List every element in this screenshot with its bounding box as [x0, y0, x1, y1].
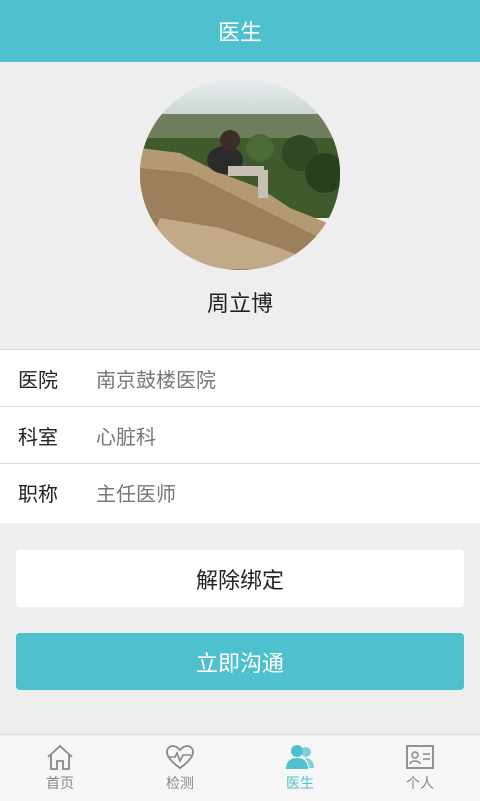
info-row-hospital: 医院 南京鼓楼医院 — [0, 350, 480, 407]
info-value: 心脏科 — [96, 424, 156, 449]
heart-pulse-icon — [166, 745, 194, 770]
doctor-avatar — [140, 78, 340, 270]
tab-label: 首页 — [46, 776, 74, 792]
app-header: 医生 — [0, 0, 480, 62]
tab-detect[interactable]: 检测 — [120, 735, 240, 801]
tab-profile[interactable]: 个人 — [360, 735, 480, 801]
doctor-icon — [286, 745, 314, 769]
home-icon — [47, 744, 73, 770]
tab-doctor[interactable]: 医生 — [240, 735, 360, 801]
tab-label: 检测 — [166, 776, 194, 792]
avatar-photo — [140, 78, 340, 270]
doctor-info-list: 医院 南京鼓楼医院 科室 心脏科 职称 主任医师 — [0, 349, 480, 523]
info-row-department: 科室 心脏科 — [0, 407, 480, 464]
page-title: 医生 — [217, 21, 262, 46]
info-label: 科室 — [18, 424, 58, 449]
info-label: 职称 — [18, 482, 58, 506]
id-card-icon — [406, 745, 434, 769]
info-row-title: 职称 主任医师 — [0, 464, 480, 521]
unbind-button[interactable]: 解除绑定 — [16, 550, 464, 607]
doctor-name: 周立博 — [206, 292, 273, 317]
tab-label: 医生 — [286, 776, 314, 792]
chat-now-button[interactable]: 立即沟通 — [16, 633, 464, 690]
tab-home[interactable]: 首页 — [0, 735, 120, 801]
bottom-tab-bar: 首页 检测 医生 个人 — [0, 734, 480, 801]
info-label: 医院 — [18, 367, 58, 392]
info-value: 南京鼓楼医院 — [96, 367, 216, 392]
info-value: 主任医师 — [96, 482, 176, 506]
tab-label: 个人 — [406, 776, 434, 792]
